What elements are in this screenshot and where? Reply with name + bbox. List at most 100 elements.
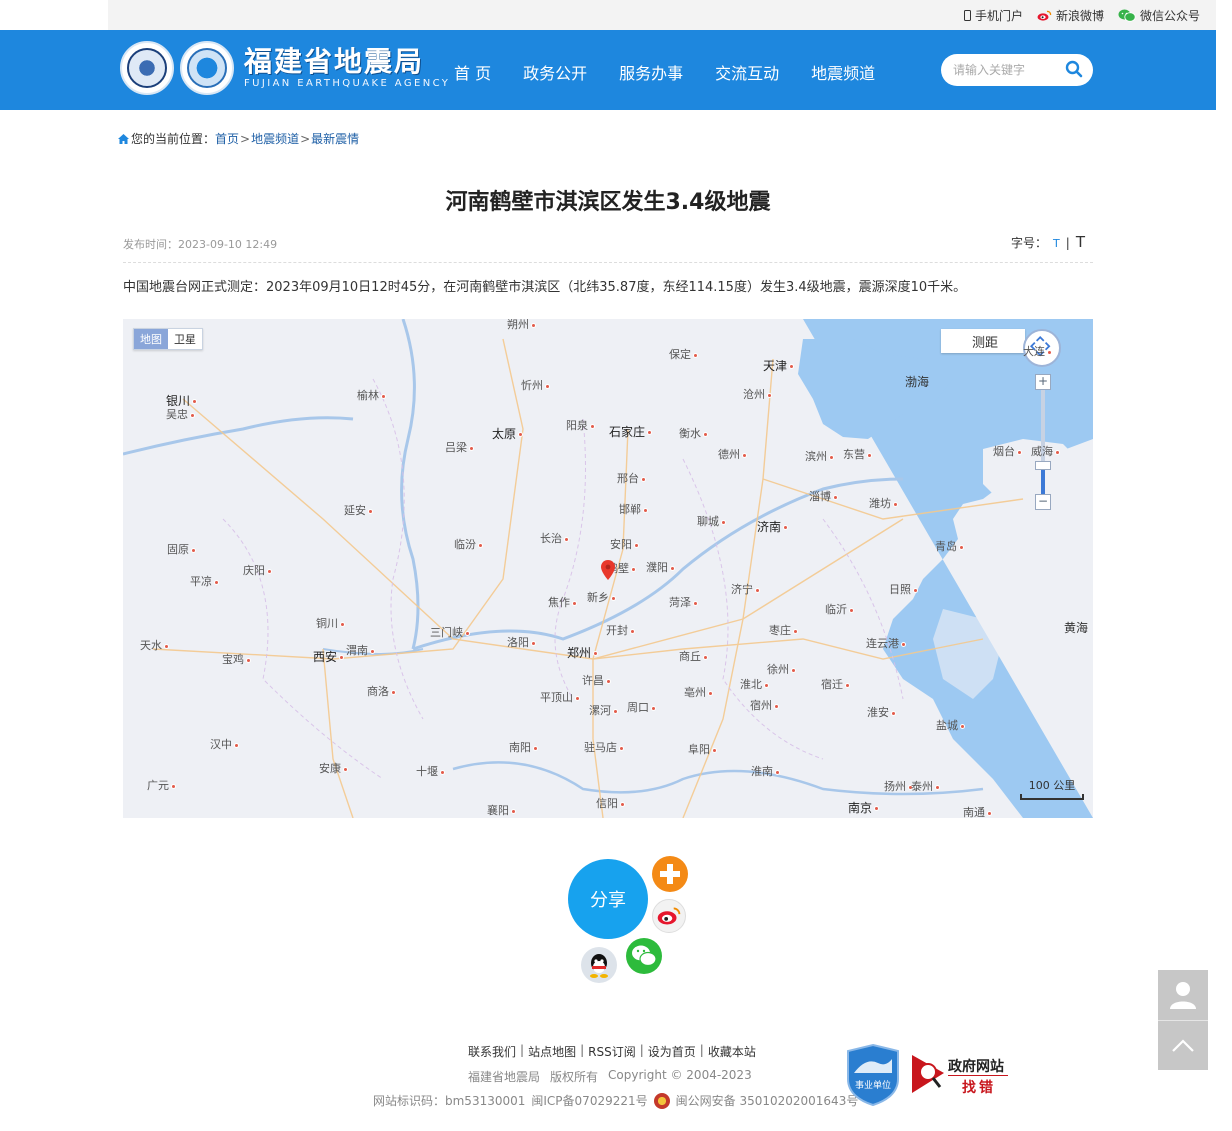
article-title: 河南鹤壁市淇滨区发生3.4级地震 (445, 190, 771, 215)
zoom-slider-handle[interactable] (1035, 461, 1051, 470)
city-dot-icon (619, 745, 624, 751)
city-label: 庆阳 (243, 562, 272, 578)
zoom-in-button[interactable]: + (1035, 374, 1051, 390)
share-weibo-icon[interactable] (652, 899, 686, 933)
site-logo[interactable]: 福建省地震局 FUJIAN EARTHQUAKE AGENCY (120, 41, 450, 95)
city-label: 淮南 (751, 763, 780, 779)
city-label: 沧州 (743, 386, 772, 402)
footer-icp-link[interactable]: 闽ICP备07029221号 (531, 1092, 647, 1109)
footer-contact-link[interactable]: 联系我们 (468, 1043, 516, 1060)
city-dot-icon (791, 667, 796, 673)
city-dot-icon (755, 587, 760, 593)
city-dot-icon (891, 710, 896, 716)
site-header: 福建省地震局 FUJIAN EARTHQUAKE AGENCY 首 页 政务公开… (0, 30, 1216, 110)
breadcrumb-latest[interactable]: 最新震情 (311, 130, 359, 147)
footer-registration: 网站标识码：bm53130001 闽ICP备07029221号 闽公网安备 35… (373, 1092, 858, 1109)
search-icon[interactable] (1065, 60, 1083, 78)
map-type-satellite[interactable]: 卫星 (168, 329, 202, 349)
footer-homepage-link[interactable]: 设为首页 (648, 1043, 696, 1060)
wechat-link[interactable]: 微信公众号 (1118, 7, 1200, 24)
city-label: 开封 (606, 622, 635, 638)
nav-earthquake-channel[interactable]: 地震频道 (811, 60, 875, 84)
city-dot-icon (440, 769, 445, 775)
city-dot-icon (960, 723, 965, 729)
weibo-icon (1037, 10, 1052, 21)
city-label: 阜阳 (688, 741, 717, 757)
epicenter-map[interactable]: 地图 卫星 测距 + − 100 公里 朔州 保定 天津 渤海 大连 银川 吴忠 榆林 忻州 沧州… (123, 319, 1093, 818)
side-float-bar (1158, 970, 1208, 1070)
breadcrumb-home[interactable]: 首页 (215, 130, 239, 147)
footer-separator: | (639, 1043, 644, 1057)
share-button[interactable]: 分享 (568, 859, 648, 939)
city-dot-icon (651, 705, 656, 711)
city-label: 阳泉 (566, 417, 595, 433)
share-more-icon[interactable] (652, 856, 688, 892)
nav-government-affairs[interactable]: 政务公开 (523, 60, 587, 84)
city-dot-icon (191, 547, 196, 553)
mobile-portal-label: 手机门户 (974, 9, 1023, 23)
breadcrumb-channel[interactable]: 地震频道 (251, 130, 299, 147)
city-dot-icon (767, 392, 772, 398)
city-dot-icon (533, 745, 538, 751)
footer-rss-link[interactable]: RSS订阅 (588, 1043, 636, 1060)
footer-site-id: 网站标识码：bm53130001 (373, 1094, 526, 1108)
measure-distance-button[interactable]: 测距 (941, 329, 1025, 353)
city-label: 泰州 (911, 778, 940, 794)
gov-site-error-report[interactable]: 政府网站 找错 (910, 1053, 1010, 1097)
map-type-map[interactable]: 地图 (134, 329, 168, 349)
map-type-switcher: 地图 卫星 (133, 328, 203, 350)
city-label: 聊城 (697, 513, 726, 529)
city-label: 许昌 (582, 672, 611, 688)
city-label: 吴忠 (166, 406, 195, 422)
footer-police-link[interactable]: 闽公网安备 35010202001643号 (676, 1092, 859, 1109)
share-wechat-icon[interactable] (626, 938, 662, 974)
city-dot-icon (340, 621, 345, 627)
city-dot-icon (1055, 449, 1060, 455)
mobile-portal-link[interactable]: 手机门户 (963, 7, 1023, 24)
city-label: 西安 (313, 648, 345, 665)
city-label: 宿迁 (821, 676, 850, 692)
city-label: 广元 (147, 777, 176, 793)
city-label: 临汾 (454, 536, 483, 552)
chevron-up-icon (1172, 1038, 1194, 1052)
nav-interaction[interactable]: 交流互动 (715, 60, 779, 84)
user-icon (1170, 982, 1196, 1009)
footer-sitemap-link[interactable]: 站点地图 (528, 1043, 576, 1060)
search-input[interactable] (953, 61, 1063, 79)
city-label: 衡水 (679, 425, 708, 441)
breadcrumb: 您的当前位置： 首页 > 地震频道 > 最新震情 (118, 130, 359, 147)
city-dot-icon (267, 568, 272, 574)
city-dot-icon (190, 412, 195, 418)
footer-owner: 福建省地震局 (468, 1070, 541, 1084)
city-dot-icon (641, 476, 646, 482)
font-small-button[interactable]: T (1053, 237, 1060, 250)
top-bar: 手机门户 新浪微博 微信公众号 (108, 0, 1216, 30)
article-meta: 发布时间：2023-09-10 12:49 字号： T | T (123, 233, 1093, 263)
city-label: 十堰 (416, 763, 445, 779)
city-dot-icon (368, 508, 373, 514)
city-dot-icon (630, 628, 635, 634)
city-label: 淄博 (809, 488, 838, 504)
user-float-button[interactable] (1158, 970, 1208, 1020)
back-to-top-button[interactable] (1158, 1020, 1208, 1070)
public-institution-label: 事业单位 (855, 1079, 891, 1091)
public-institution-badge[interactable]: 事业单位 (846, 1043, 900, 1107)
weibo-link[interactable]: 新浪微博 (1037, 7, 1104, 24)
nav-home[interactable]: 首 页 (454, 60, 491, 84)
city-label: 德州 (718, 446, 747, 462)
city-label: 日照 (889, 581, 918, 597)
gov-site-divider (948, 1075, 1008, 1076)
zoom-out-button[interactable]: − (1035, 494, 1051, 510)
nav-services[interactable]: 服务办事 (619, 60, 683, 84)
epicenter-marker-icon[interactable] (601, 560, 615, 580)
share-qq-icon[interactable] (581, 947, 617, 983)
city-dot-icon (531, 640, 536, 646)
city-label: 威海 (1031, 443, 1060, 459)
city-dot-icon (703, 431, 708, 437)
city-label: 菏泽 (669, 594, 698, 610)
city-label: 铜川 (316, 615, 345, 631)
font-large-button[interactable]: T (1076, 233, 1085, 251)
footer-bookmark-link[interactable]: 收藏本站 (708, 1043, 756, 1060)
search-box (941, 54, 1093, 86)
city-dot-icon (511, 808, 516, 814)
